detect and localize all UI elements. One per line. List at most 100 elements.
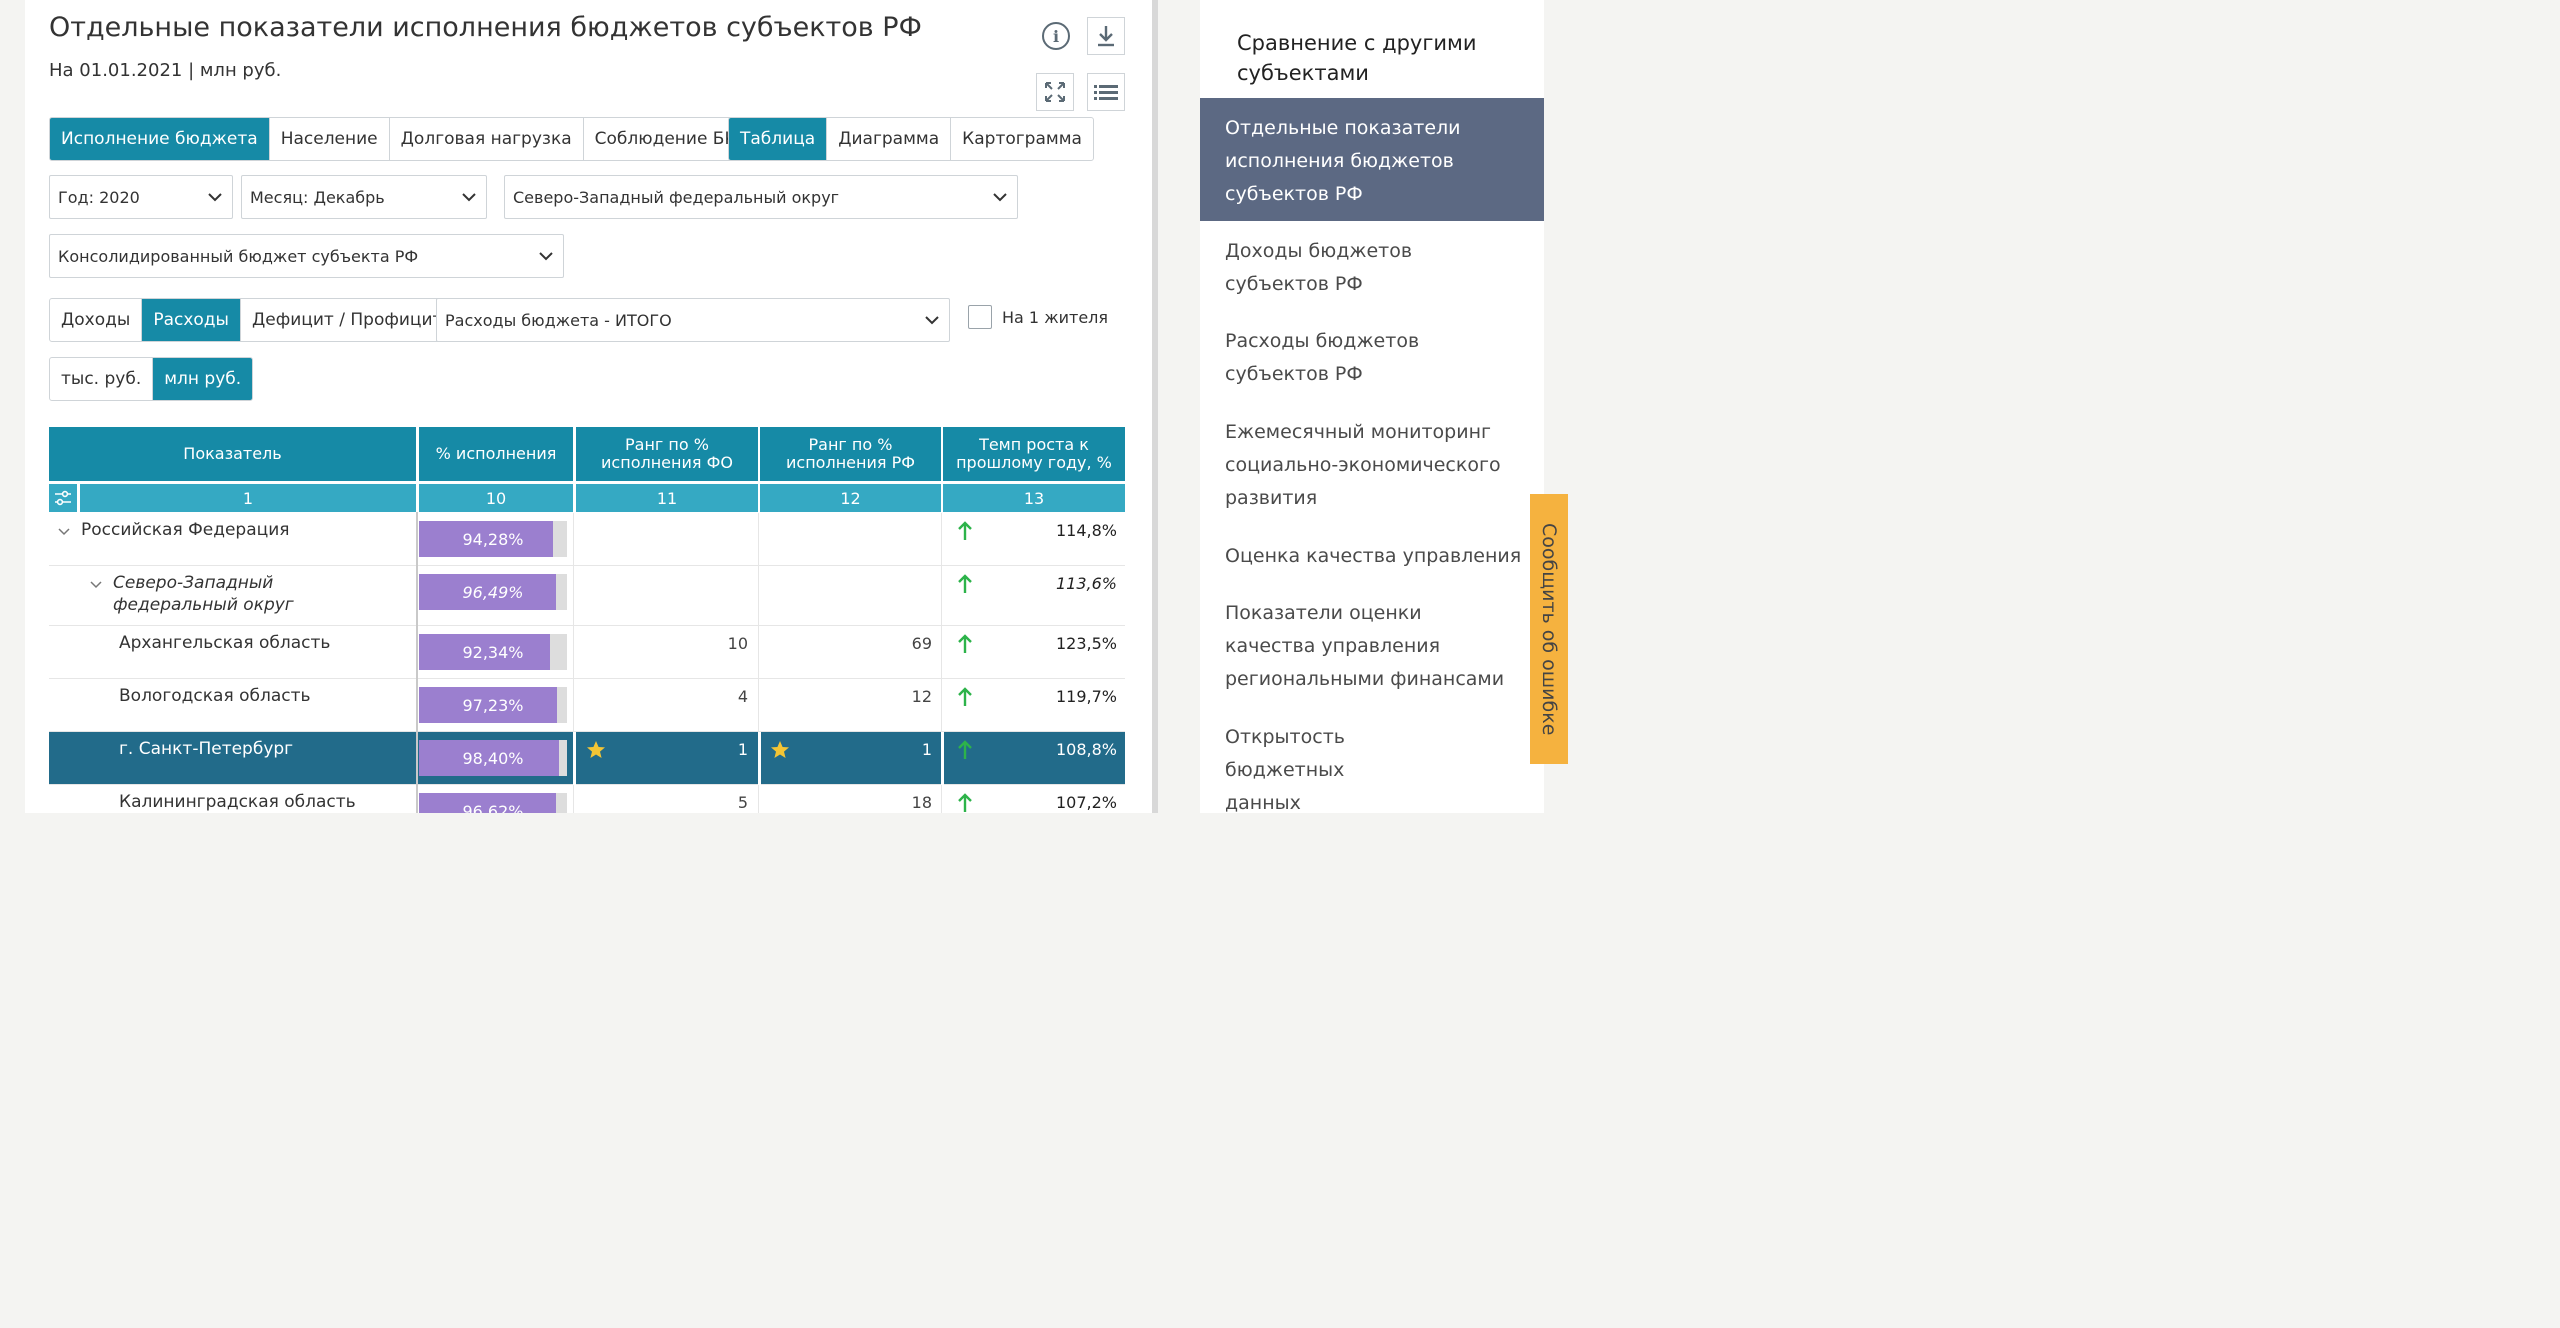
header-rank-rf[interactable]: Ранг по % исполнения РФ: [760, 427, 941, 481]
chevron-down-icon: [539, 252, 553, 261]
cell-divider: [758, 566, 759, 626]
growth-value: 123,5%: [1055, 634, 1117, 653]
execution-bar: 96,62%: [419, 793, 567, 813]
sidebar-item-budget-indicators[interactable]: Отдельные показатели исполнения бюджетов…: [1225, 112, 1485, 211]
rank-fo-value: 10: [727, 634, 748, 653]
execution-pct-value: 96,49%: [462, 582, 524, 602]
district-select[interactable]: Северо-Западный федеральный округ: [504, 175, 1018, 219]
cell-divider: [573, 732, 576, 785]
header-execution-pct[interactable]: % исполнения: [419, 427, 573, 481]
data-table: Показатель % исполнения Ранг по % исполн…: [49, 427, 1125, 813]
list-button[interactable]: [1087, 73, 1125, 111]
table-row[interactable]: Калининградская область 96,62% 5 18 107,2%: [49, 785, 1125, 813]
arrow-up-icon: [958, 793, 972, 812]
execution-bar: 96,49%: [419, 574, 567, 610]
download-icon: [1098, 26, 1114, 47]
cell-divider: [573, 566, 574, 626]
row-name: г. Санкт-Петербург: [119, 739, 294, 759]
arrow-up-icon: [958, 687, 972, 706]
tab-budget-execution[interactable]: Исполнение бюджета: [50, 118, 270, 160]
table-row[interactable]: Архангельская область 92,34% 10 69 123,5%: [49, 626, 1125, 679]
sidebar-item-finance-quality[interactable]: Показатели оценки качества управления ре…: [1225, 597, 1505, 696]
cell-divider: [758, 679, 759, 732]
header-indicator[interactable]: Показатель: [49, 427, 416, 481]
tab-table[interactable]: Таблица: [729, 118, 828, 160]
row-name: Российская Федерация: [81, 520, 290, 540]
sidebar: Сравнение с другими субъектами Отдельные…: [1200, 0, 1544, 814]
col-number-13: 13: [943, 484, 1125, 512]
fullscreen-button[interactable]: [1036, 73, 1074, 111]
tab-thousand-rub[interactable]: тыс. руб.: [50, 358, 154, 400]
view-tabs: Таблица Диаграмма Картограмма: [728, 117, 1094, 161]
per-capita-checkbox[interactable]: [968, 305, 992, 329]
rank-rf-value: 69: [911, 634, 932, 653]
sidebar-item-active-bg: Отдельные показатели исполнения бюджетов…: [1200, 98, 1544, 221]
arrow-up-icon: [958, 521, 972, 540]
sidebar-item-monitoring[interactable]: Ежемесячный мониторинг социально-экономи…: [1225, 416, 1525, 515]
cell-divider: [941, 513, 942, 566]
star-icon: [587, 741, 605, 758]
tab-income[interactable]: Доходы: [50, 299, 143, 341]
cell-divider: [941, 566, 942, 626]
chevron-down-icon: [462, 193, 476, 202]
month-select[interactable]: Месяц: Декабрь: [241, 175, 487, 219]
district-select-value: Северо-Западный федеральный округ: [513, 187, 840, 207]
execution-pct-value: 94,28%: [462, 529, 524, 549]
table-row[interactable]: Северо-Западный федеральный округ 96,49% 1…: [49, 566, 1125, 626]
header-rank-fo[interactable]: Ранг по % исполнения ФО: [576, 427, 758, 481]
report-error-button[interactable]: Сообщить об ошибке: [1530, 494, 1568, 764]
cell-divider: [941, 785, 942, 813]
report-error-label: Сообщить об ошибке: [1538, 522, 1560, 736]
growth-value: 107,2%: [1055, 793, 1117, 812]
tab-chart[interactable]: Диаграмма: [827, 118, 952, 160]
sidebar-item-management-quality[interactable]: Оценка качества управления: [1225, 540, 1525, 573]
column-settings-button[interactable]: [49, 484, 77, 512]
table-row[interactable]: Вологодская область 97,23% 4 12 119,7%: [49, 679, 1125, 732]
row-name: Архангельская область: [119, 633, 331, 653]
indicator-select-value: Расходы бюджета - ИТОГО: [445, 310, 672, 330]
sidebar-item-expenses[interactable]: Расходы бюджетов субъектов РФ: [1225, 325, 1515, 391]
column-divider: [416, 512, 418, 813]
year-select[interactable]: Год: 2020: [49, 175, 233, 219]
sidebar-item-revenues[interactable]: Доходы бюджетов субъектов РФ: [1225, 235, 1515, 301]
chevron-down-icon[interactable]: [89, 578, 103, 592]
sidebar-heading-text: Сравнение с другими субъектами: [1237, 31, 1477, 85]
table-row[interactable]: Российская Федерация 94,28% 114,8%: [49, 513, 1125, 566]
unit-tabs: тыс. руб. млн руб.: [49, 357, 254, 401]
tab-million-rub[interactable]: млн руб.: [153, 358, 253, 400]
execution-bar: 97,23%: [419, 687, 567, 723]
cell-divider: [573, 513, 574, 566]
header-growth[interactable]: Темп роста к прошлому году, %: [943, 427, 1125, 481]
cell-divider: [941, 626, 942, 679]
chevron-down-icon[interactable]: [57, 525, 71, 539]
tab-population[interactable]: Население: [270, 118, 390, 160]
main-panel: Отдельные показатели исполнения бюджетов…: [25, 0, 1152, 813]
sidebar-item-open-data[interactable]: Открытость бюджетных данных: [1225, 721, 1425, 820]
arrow-up-icon: [958, 740, 972, 759]
sidebar-heading: Сравнение с другими субъектами: [1237, 28, 1487, 88]
expand-icon: [1045, 82, 1065, 102]
tab-debt-load[interactable]: Долговая нагрузка: [390, 118, 584, 160]
row-name: Калининградская область: [119, 792, 356, 812]
tab-expenses[interactable]: Расходы: [142, 299, 241, 341]
list-icon: [1094, 85, 1118, 100]
budget-select[interactable]: Консолидированный бюджет субъекта РФ: [49, 234, 564, 278]
tab-deficit[interactable]: Дефицит / Профицит: [241, 299, 453, 341]
col-number-11: 11: [576, 484, 758, 512]
growth-value: 114,8%: [1055, 521, 1117, 540]
col-number-10: 10: [419, 484, 573, 512]
chevron-down-icon: [993, 193, 1007, 202]
panel-divider[interactable]: [1152, 0, 1158, 813]
growth-value: 119,7%: [1055, 687, 1117, 706]
table-row[interactable]: г. Санкт-Петербург 98,40% 1 1 108,8%: [49, 732, 1125, 785]
arrow-up-icon: [958, 634, 972, 653]
month-select-value: Месяц: Декабрь: [250, 187, 385, 207]
chevron-down-icon: [208, 193, 222, 202]
indicator-select[interactable]: Расходы бюджета - ИТОГО: [436, 298, 950, 342]
chevron-down-icon: [925, 316, 939, 325]
download-button[interactable]: [1087, 17, 1125, 55]
info-icon[interactable]: i: [1042, 22, 1070, 50]
tab-cartogram[interactable]: Картограмма: [951, 118, 1093, 160]
cell-divider: [758, 513, 759, 566]
page-title: Отдельные показатели исполнения бюджетов…: [49, 12, 922, 43]
